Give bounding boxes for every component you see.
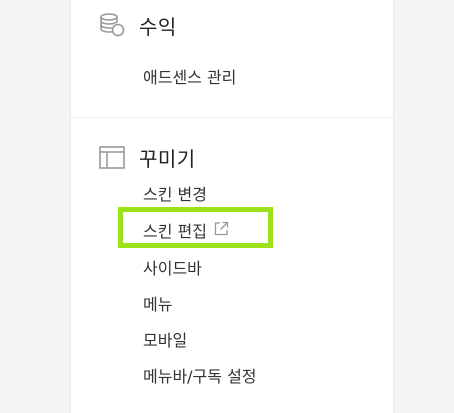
coins-icon bbox=[98, 11, 126, 39]
section-title-decorate: 꾸미기 bbox=[139, 146, 196, 171]
settings-sidebar-panel: 수익 애드센스 관리 꾸미기 스킨 변경 스킨 편집 사이드바 메뉴 모바일 메… bbox=[70, 0, 394, 413]
menu-item-mobile[interactable]: 모바일 bbox=[143, 330, 187, 352]
section-divider bbox=[71, 117, 393, 118]
menu-item-sidebar[interactable]: 사이드바 bbox=[143, 258, 202, 280]
menu-item-menu[interactable]: 메뉴 bbox=[143, 294, 172, 316]
layout-icon bbox=[98, 143, 126, 171]
section-header-decorate[interactable]: 꾸미기 bbox=[98, 140, 196, 174]
page: 수익 애드센스 관리 꾸미기 스킨 변경 스킨 편집 사이드바 메뉴 모바일 메… bbox=[0, 0, 454, 413]
section-title-revenue: 수익 bbox=[139, 14, 177, 39]
highlight-box bbox=[118, 207, 273, 248]
menu-item-adsense[interactable]: 애드센스 관리 bbox=[143, 67, 236, 89]
section-header-revenue[interactable]: 수익 bbox=[98, 8, 177, 42]
menu-item-skin-change[interactable]: 스킨 변경 bbox=[143, 184, 207, 206]
menu-item-menubar-subscribe[interactable]: 메뉴바/구독 설정 bbox=[143, 366, 257, 388]
